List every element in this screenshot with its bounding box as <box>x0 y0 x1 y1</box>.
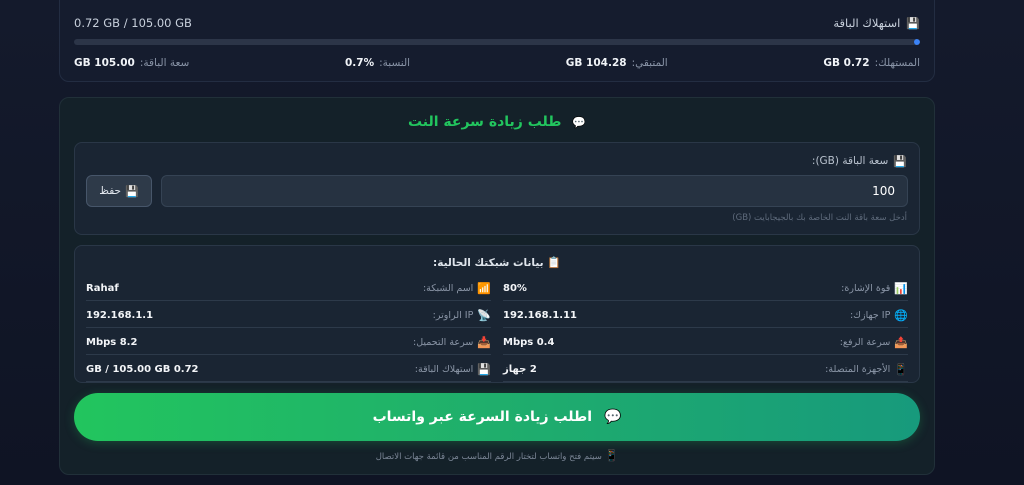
info-value: 80% <box>503 282 527 294</box>
info-label: استهلاك الباقة: <box>414 363 474 375</box>
phone-icon: 📱 <box>604 449 619 462</box>
stat-capacity-value: 105.00 GB <box>74 57 135 69</box>
stat-ratio: النسبة: 0.7% <box>345 56 410 70</box>
info-label: اسم الشبكة: <box>422 282 474 294</box>
floppy-disk-icon: 💾 <box>906 16 920 30</box>
download-icon: 📥 <box>477 335 491 349</box>
info-value: 192.168.1.1 <box>86 309 154 321</box>
info-row-router-ip: 📡 IP الراوتر: 192.168.1.1 <box>86 305 491 328</box>
stat-remaining-label: المتبقي: <box>631 57 668 69</box>
usage-summary: 0.72 GB / 105.00 GB <box>74 16 192 30</box>
footer-note: سيتم فتح واتساب لتختار الرقم المناسب من … <box>375 452 602 462</box>
speed-request-title: طلب زيادة سرعة النت <box>407 114 562 130</box>
stat-ratio-label: النسبة: <box>379 57 411 69</box>
info-row-devices: 📱 الأجهزة المتصلة: 2 جهاز <box>503 359 908 382</box>
speed-request-card: 💬 طلب زيادة سرعة النت 💾 سعة الباقة (GB):… <box>59 97 935 475</box>
usage-title: استهلاك الباقة <box>833 16 901 30</box>
capacity-hint: أدخل سعة باقة النت الخاصة بك بالجيجابايت… <box>732 213 907 223</box>
stat-capacity: سعة الباقة: 105.00 GB <box>74 56 189 70</box>
whatsapp-button-label: اطلب زيادة السرعة عبر واتساب <box>372 409 592 425</box>
info-value: 0.72 GB / 105.00 GB <box>86 363 199 375</box>
info-value: Rahaf <box>86 282 119 294</box>
info-row-network-name: 📶 اسم الشبكة: Rahaf <box>86 278 491 301</box>
whatsapp-request-button[interactable]: 💬 اطلب زيادة السرعة عبر واتساب <box>74 393 920 441</box>
capacity-input[interactable] <box>161 175 908 207</box>
signal-bars-icon: 📶 <box>477 281 491 295</box>
floppy-disk-icon: 💾 <box>477 362 491 376</box>
usage-card: 0.72 GB / 105.00 GB 💾 استهلاك الباقة الم… <box>59 0 935 82</box>
devices-icon: 📱 <box>894 362 908 376</box>
info-value: 8.2 Mbps <box>86 336 138 348</box>
network-info-title-wrap: 📋 بيانات شبكتك الحالية: <box>75 257 919 269</box>
capacity-label: سعة الباقة (GB): <box>811 155 889 167</box>
save-button[interactable]: 💾 حفظ <box>86 175 152 207</box>
capacity-label-wrap: 💾 سعة الباقة (GB): <box>812 155 907 167</box>
info-value: 0.4 Mbps <box>503 336 555 348</box>
stat-remaining-value: 104.28 GB <box>565 57 627 69</box>
info-value: 192.168.1.11 <box>503 309 578 321</box>
info-label: سرعة التحميل: <box>413 336 474 348</box>
upload-icon: 📤 <box>894 335 908 349</box>
info-row-download: 📥 سرعة التحميل: 8.2 Mbps <box>86 332 491 355</box>
usage-stats: المستهلك: 0.72 GB المتبقي: 104.28 GB الن… <box>74 56 920 70</box>
info-value: 2 جهاز <box>503 363 537 375</box>
stat-remaining: المتبقي: 104.28 GB <box>566 56 668 70</box>
globe-icon: 🌐 <box>894 308 908 322</box>
speech-bubble-icon: 💬 <box>572 116 587 129</box>
save-button-label: حفظ <box>99 185 122 197</box>
stat-used-label: المستهلك: <box>874 57 920 69</box>
stat-used: المستهلك: 0.72 GB <box>823 56 920 70</box>
satellite-icon: 📡 <box>477 308 491 322</box>
info-label: قوة الإشارة: <box>841 282 891 294</box>
usage-progress-fill <box>914 39 920 45</box>
floppy-disk-icon: 💾 <box>125 184 139 198</box>
info-row-upload: 📤 سرعة الرفع: 0.4 Mbps <box>503 332 908 355</box>
network-info-grid: 📶 اسم الشبكة: Rahaf 📊 قوة الإشارة: 80% 📡 IP… <box>86 278 908 382</box>
info-label: الأجهزة المتصلة: <box>825 363 891 375</box>
usage-title-wrap: 💾 استهلاك الباقة <box>833 16 920 30</box>
info-row-signal: 📊 قوة الإشارة: 80% <box>503 278 908 301</box>
stat-ratio-value: 0.7% <box>344 57 375 69</box>
footer-note-wrap: 📱 سيتم فتح واتساب لتختار الرقم المناسب م… <box>60 450 934 462</box>
info-label: IP جهازك: <box>849 309 891 321</box>
stat-used-value: 0.72 GB <box>823 57 870 69</box>
stat-capacity-label: سعة الباقة: <box>139 57 190 69</box>
info-label: سرعة الرفع: <box>839 336 891 348</box>
speed-request-title-wrap: 💬 طلب زيادة سرعة النت <box>60 114 934 130</box>
usage-progress-bar <box>74 39 920 45</box>
capacity-form: 💾 سعة الباقة (GB): 💾 حفظ أدخل سعة باقة ا… <box>74 142 920 235</box>
network-info-title: بيانات شبكتك الحالية: <box>433 257 544 269</box>
network-info-panel: 📋 بيانات شبكتك الحالية: 📶 اسم الشبكة: Rah… <box>74 245 920 383</box>
clipboard-icon: 📋 <box>547 256 561 269</box>
info-row-device-ip: 🌐 IP جهازك: 192.168.1.11 <box>503 305 908 328</box>
floppy-disk-icon: 💾 <box>893 154 907 168</box>
chart-icon: 📊 <box>894 281 908 295</box>
usage-header: 0.72 GB / 105.00 GB 💾 استهلاك الباقة <box>74 15 920 31</box>
speech-bubble-icon: 💬 <box>604 409 622 425</box>
info-row-usage: 💾 استهلاك الباقة: 0.72 GB / 105.00 GB <box>86 359 491 382</box>
info-label: IP الراوتر: <box>432 309 474 321</box>
